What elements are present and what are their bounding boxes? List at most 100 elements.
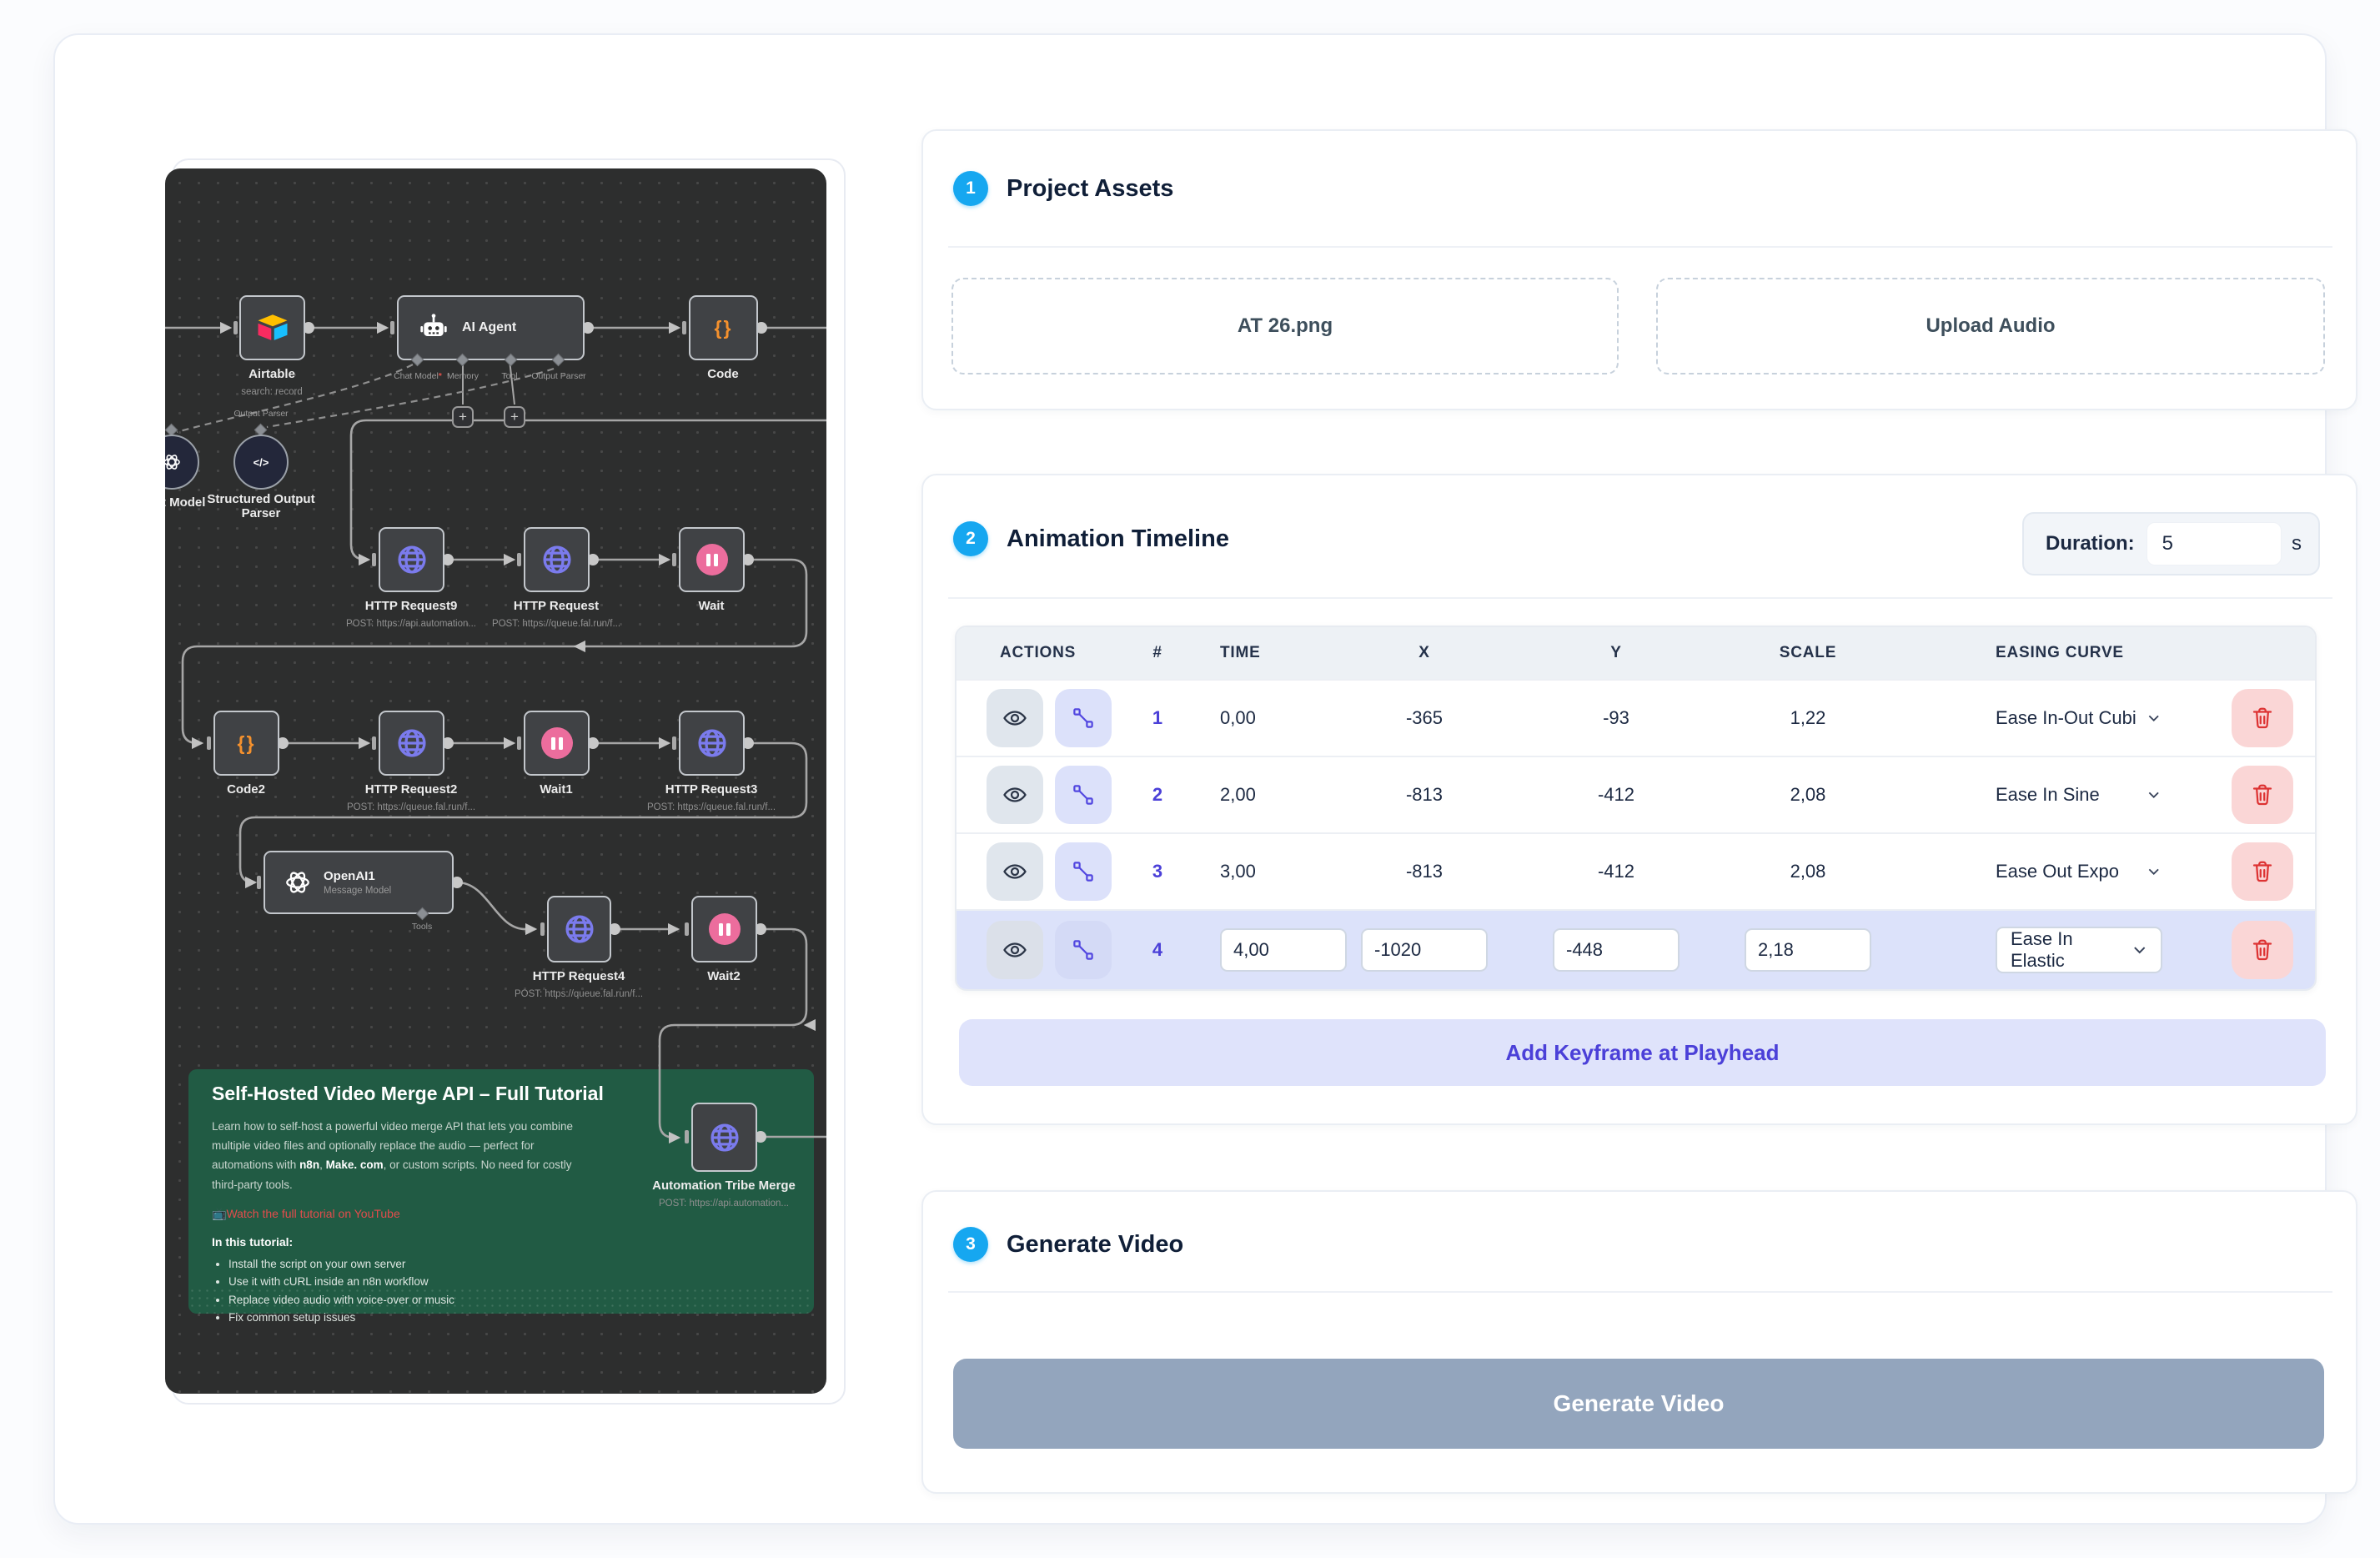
globe-icon xyxy=(394,542,429,577)
motion-path-button[interactable] xyxy=(1055,689,1112,747)
visibility-toggle-button[interactable] xyxy=(987,766,1043,824)
node-code2: {} xyxy=(213,711,279,776)
image-upload-slot[interactable]: AT 26.png xyxy=(951,278,1619,374)
node-sublabel: Message Model xyxy=(324,886,391,896)
visibility-toggle-button[interactable] xyxy=(987,921,1043,979)
audio-upload-slot[interactable]: Upload Audio xyxy=(1656,278,2325,374)
globe-icon xyxy=(695,726,730,761)
scale-value: 2,08 xyxy=(1712,784,1904,806)
chevron-down-icon xyxy=(2145,862,2162,882)
trash-icon xyxy=(2250,937,2275,962)
easing-select[interactable]: Ease In Elastic xyxy=(1996,927,2162,973)
node-label: Wait2 xyxy=(632,969,816,983)
y-value: -412 xyxy=(1520,784,1712,806)
chevron-down-icon xyxy=(2145,785,2162,805)
node-ai-agent: AI Agent xyxy=(397,295,585,360)
keyframe-number: 2 xyxy=(1128,784,1187,806)
add-memory-button: + xyxy=(452,406,474,428)
node-wait xyxy=(679,527,745,592)
node-http-request4 xyxy=(547,896,611,962)
x-value: -813 xyxy=(1328,784,1520,806)
code-icon: {} xyxy=(715,317,733,339)
node-sublabel: search: record xyxy=(172,387,372,397)
easing-select[interactable]: Ease In Sine xyxy=(1904,784,2162,806)
keyframe-row-selected[interactable]: 4 Ease In Elastic xyxy=(957,909,2315,989)
motion-path-button[interactable] xyxy=(1055,842,1112,901)
eye-icon xyxy=(1002,782,1027,807)
delete-keyframe-button[interactable] xyxy=(2232,689,2293,747)
chevron-down-icon xyxy=(2145,708,2162,728)
column-header: X xyxy=(1328,644,1520,662)
scale-value: 2,08 xyxy=(1712,861,1904,882)
motion-path-icon xyxy=(1071,782,1096,807)
eye-icon xyxy=(1002,706,1027,731)
x-value: -813 xyxy=(1328,861,1520,882)
node-http-request3 xyxy=(679,711,745,776)
easing-select[interactable]: Ease Out Expo xyxy=(1904,861,2162,882)
motion-path-icon xyxy=(1071,859,1096,884)
keyframe-table: ACTIONS # TIME X Y SCALE EASING CURVE 1 … xyxy=(955,626,2317,991)
node-sublabel: POST: https://api.automation... xyxy=(624,1199,824,1209)
pause-icon xyxy=(541,727,573,759)
visibility-toggle-button[interactable] xyxy=(987,842,1043,901)
visibility-toggle-button[interactable] xyxy=(987,689,1043,747)
port-label: Output Parser xyxy=(509,371,609,381)
animation-timeline-card: 2 Animation Timeline Duration: s ACTIONS… xyxy=(921,474,2357,1125)
section-title: Animation Timeline xyxy=(1007,525,1229,553)
node-wait1 xyxy=(524,711,590,776)
globe-icon xyxy=(707,1120,742,1155)
scale-input[interactable] xyxy=(1745,928,1871,972)
node-wait2 xyxy=(691,896,757,962)
keyframe-number: 1 xyxy=(1128,707,1187,729)
generate-video-card: 3 Generate Video Generate Video xyxy=(921,1190,2357,1494)
time-value: 2,00 xyxy=(1187,784,1328,806)
column-header: Y xyxy=(1520,644,1712,662)
keyframe-row[interactable]: 1 0,00 -365 -93 1,22 Ease In-Out Cubi xyxy=(957,679,2315,756)
duration-unit: s xyxy=(2292,532,2302,555)
duration-label: Duration: xyxy=(2046,532,2135,555)
pause-icon xyxy=(696,544,728,575)
trash-icon xyxy=(2250,859,2275,884)
column-header: # xyxy=(1128,644,1187,662)
node-http-request2 xyxy=(379,711,444,776)
node-sublabel: POST: https://queue.fal.run/f... xyxy=(311,802,511,812)
globe-icon xyxy=(394,726,429,761)
duration-input[interactable] xyxy=(2147,522,2282,565)
step-badge: 3 xyxy=(953,1227,988,1262)
node-label: HTTP Request3 xyxy=(620,782,803,797)
motion-path-icon xyxy=(1071,706,1096,731)
trash-icon xyxy=(2250,782,2275,807)
node-http-request xyxy=(524,527,590,592)
step-badge: 1 xyxy=(953,171,988,206)
add-keyframe-button[interactable]: Add Keyframe at Playhead xyxy=(959,1019,2326,1086)
node-label: OpenAI1 xyxy=(324,869,391,883)
keyframe-row[interactable]: 3 3,00 -813 -412 2,08 Ease Out Expo xyxy=(957,832,2315,909)
y-value: -412 xyxy=(1520,861,1712,882)
motion-path-button[interactable] xyxy=(1055,921,1112,979)
port-label: Tools xyxy=(372,922,472,932)
eye-icon xyxy=(1002,859,1027,884)
app-card: Self-Hosted Video Merge API – Full Tutor… xyxy=(53,33,2327,1525)
column-header: SCALE xyxy=(1712,644,1904,662)
globe-icon xyxy=(540,542,575,577)
workflow-preview: Self-Hosted Video Merge API – Full Tutor… xyxy=(165,168,826,1394)
section-header: 2 Animation Timeline xyxy=(953,521,1229,556)
delete-keyframe-button[interactable] xyxy=(2232,766,2293,824)
port-label: Output Parser xyxy=(211,409,311,419)
node-label: AI Agent xyxy=(462,320,516,335)
delete-keyframe-button[interactable] xyxy=(2232,921,2293,979)
y-input[interactable] xyxy=(1553,928,1680,972)
section-header: 1 Project Assets xyxy=(953,171,1173,206)
x-input[interactable] xyxy=(1361,928,1488,972)
keyframe-row[interactable]: 2 2,00 -813 -412 2,08 Ease In Sine xyxy=(957,756,2315,832)
scale-value: 1,22 xyxy=(1712,707,1904,729)
column-header: TIME xyxy=(1187,644,1328,662)
generate-video-button[interactable]: Generate Video xyxy=(953,1359,2324,1449)
node-sublabel: POST: https://queue.fal.run/f... xyxy=(479,989,679,999)
easing-select[interactable]: Ease In-Out Cubi xyxy=(1904,707,2162,729)
motion-path-button[interactable] xyxy=(1055,766,1112,824)
motion-path-icon xyxy=(1071,937,1096,962)
node-label: Automation Tribe Merge xyxy=(632,1179,816,1193)
delete-keyframe-button[interactable] xyxy=(2232,842,2293,901)
globe-icon xyxy=(562,912,597,947)
